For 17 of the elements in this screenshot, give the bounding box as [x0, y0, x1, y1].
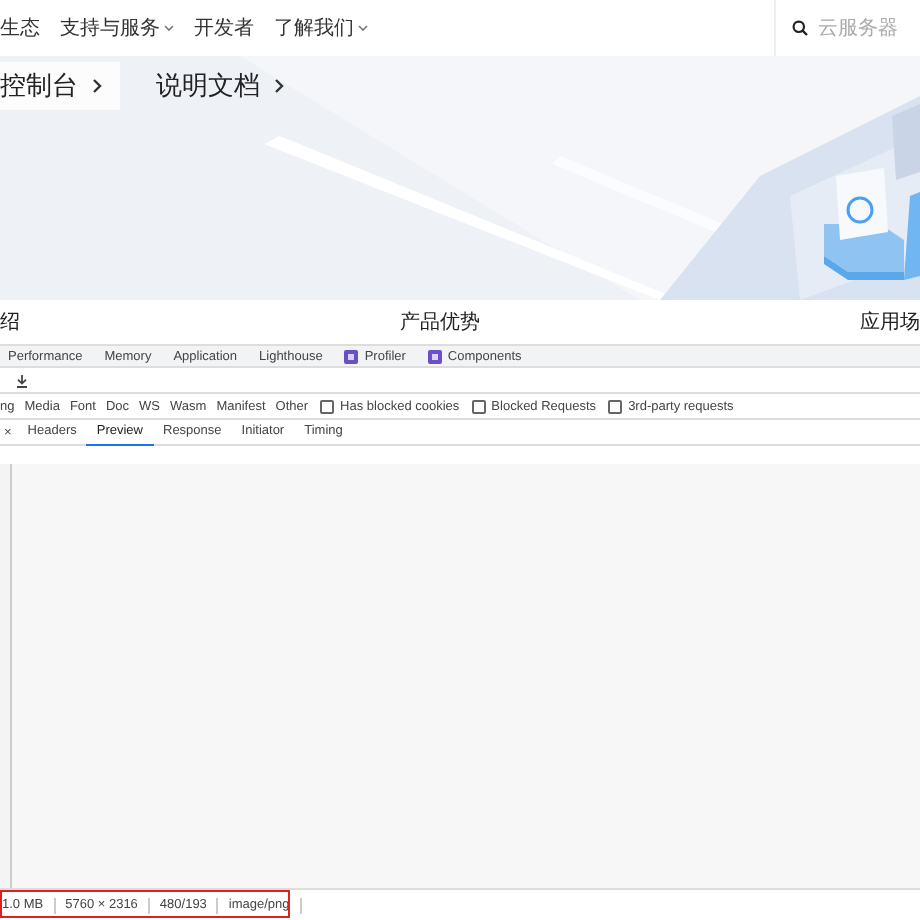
search-field[interactable]: 云服务器 [818, 17, 914, 39]
nav-link[interactable]: 生态 [0, 14, 40, 42]
search-icon[interactable] [792, 20, 808, 36]
nav-link[interactable]: 支持与服务 [60, 14, 174, 42]
download-icon[interactable] [16, 373, 28, 387]
section-tab[interactable]: 绍 [0, 308, 20, 336]
checkbox[interactable] [320, 399, 335, 413]
section-tab[interactable]: 应用场 [860, 308, 920, 336]
nav-link[interactable]: 开发者 [194, 14, 254, 42]
nav-link[interactable]: 了解我们 [274, 14, 368, 42]
hero-button[interactable]: 控制台 [0, 62, 120, 110]
chevron-icon [274, 78, 284, 94]
checkbox[interactable] [471, 399, 486, 413]
hero-button[interactable]: 说明文档 [156, 62, 302, 110]
checkbox[interactable] [608, 399, 623, 413]
section-tab[interactable]: 产品优势 [400, 308, 480, 336]
chevron-icon [92, 78, 102, 94]
